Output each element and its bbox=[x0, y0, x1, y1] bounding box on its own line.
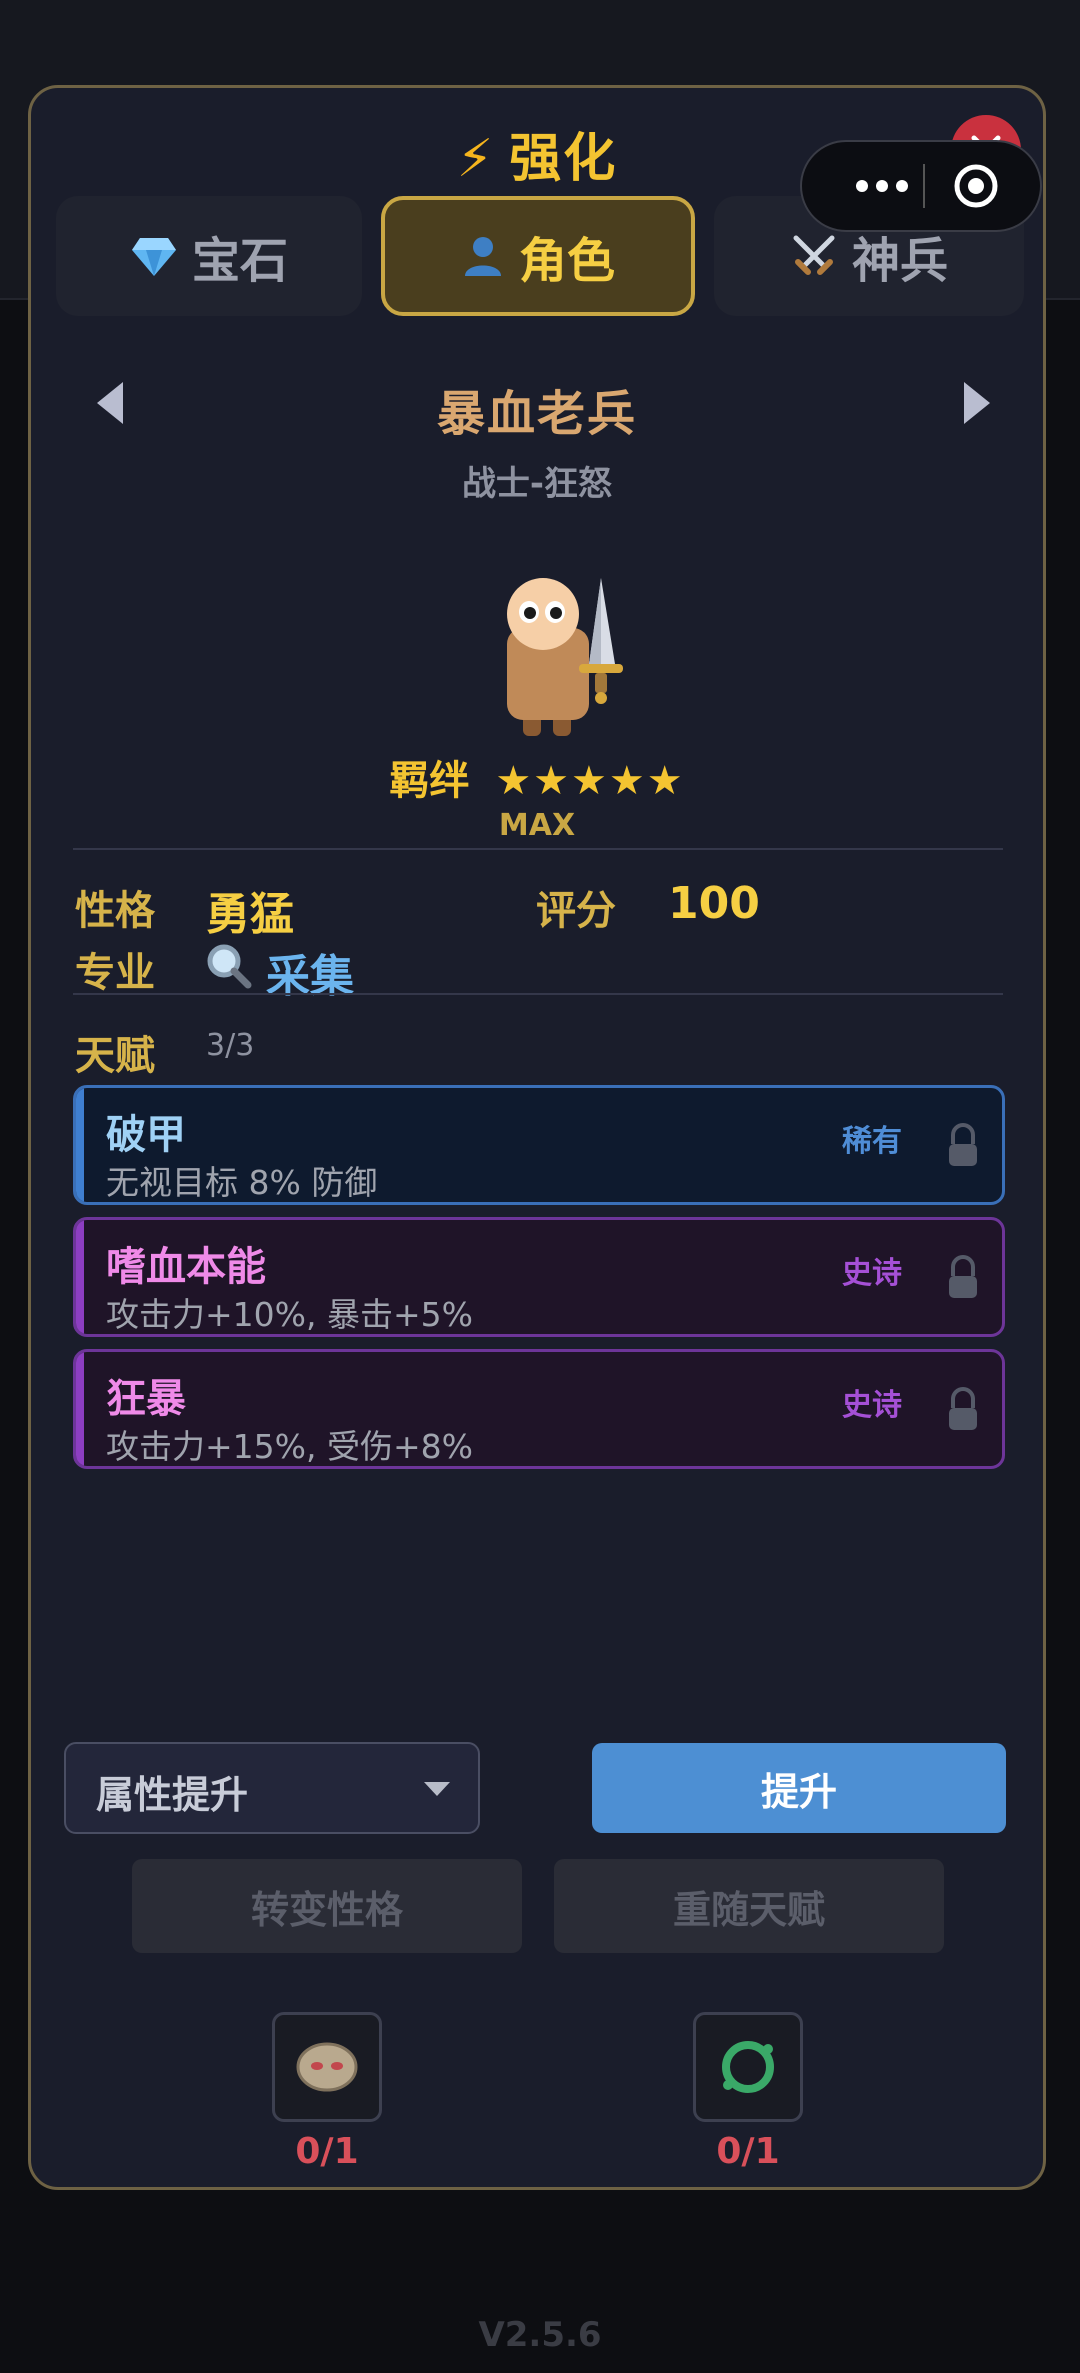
bond-label: 羁绊 bbox=[389, 758, 470, 804]
panel-title-text: 强化 bbox=[509, 129, 618, 189]
lightning-icon: ⚡ bbox=[456, 129, 496, 189]
score-value: 100 bbox=[668, 878, 760, 929]
bond-row: 羁绊 ★★★★★ bbox=[31, 748, 1043, 806]
lock-icon[interactable] bbox=[946, 1386, 980, 1434]
magnifier-icon bbox=[207, 944, 252, 989]
talent-rarity: 史诗 bbox=[842, 1256, 902, 1291]
crossed-swords-icon bbox=[790, 232, 838, 280]
rarity-bar bbox=[76, 1352, 84, 1466]
rarity-bar bbox=[76, 1088, 84, 1202]
character-name: 暴血老兵 bbox=[436, 386, 637, 442]
change-personality-button[interactable]: 转变性格 bbox=[132, 1859, 522, 1953]
rarity-bar bbox=[76, 1220, 84, 1334]
talent-card[interactable]: 嗜血本能 攻击力+10%, 暴击+5% 史诗 bbox=[73, 1217, 1005, 1337]
talent-rarity: 史诗 bbox=[842, 1388, 902, 1423]
talent-description: 无视目标 8% 防御 bbox=[106, 1163, 378, 1202]
upgrade-type-select[interactable]: 属性提升 bbox=[64, 1742, 480, 1834]
material-slot[interactable] bbox=[272, 2012, 382, 2122]
person-icon bbox=[461, 234, 505, 278]
gem-icon bbox=[130, 234, 178, 278]
talent-rarity: 稀有 bbox=[842, 1124, 902, 1159]
max-label: MAX bbox=[498, 808, 576, 843]
reroll-talent-button[interactable]: 重随天赋 bbox=[554, 1859, 944, 1953]
personality-label: 性格 bbox=[75, 888, 155, 934]
upgrade-type-value: 属性提升 bbox=[96, 1773, 249, 1817]
chevron-down-icon bbox=[424, 1782, 450, 1796]
green-ring-icon bbox=[722, 2041, 774, 2093]
material-count: 0/1 bbox=[295, 2131, 359, 2172]
enhance-panel: ⚡ 强化 宝石 角色 神兵 暴血老兵 战士-狂怒 羁绊 ★★★★★ MAX 性格… bbox=[28, 85, 1046, 2190]
talent-description: 攻击力+10%, 暴击+5% bbox=[106, 1295, 473, 1334]
tab-character-label: 角色 bbox=[518, 233, 615, 289]
exit-target-icon[interactable] bbox=[952, 162, 1000, 210]
talent-card[interactable]: 破甲 无视目标 8% 防御 稀有 bbox=[73, 1085, 1005, 1205]
bond-stars: ★★★★★ bbox=[495, 758, 685, 804]
talent-label: 天赋 bbox=[75, 1033, 155, 1079]
talent-name: 狂暴 bbox=[106, 1376, 186, 1422]
score-label: 评分 bbox=[536, 888, 616, 934]
more-menu-button[interactable] bbox=[832, 142, 932, 230]
tab-character[interactable]: 角色 bbox=[381, 196, 695, 316]
red-eyed-stone-icon bbox=[296, 2042, 358, 2092]
lock-icon[interactable] bbox=[946, 1254, 980, 1302]
lock-icon[interactable] bbox=[946, 1122, 980, 1170]
specialty-label: 专业 bbox=[75, 950, 155, 996]
talent-card[interactable]: 狂暴 攻击力+15%, 受伤+8% 史诗 bbox=[73, 1349, 1005, 1469]
section-divider bbox=[73, 993, 1003, 995]
upgrade-button[interactable]: 提升 bbox=[592, 1743, 1006, 1833]
version-label: V2.5.6 bbox=[478, 2315, 602, 2355]
capsule-divider bbox=[923, 164, 925, 208]
more-dot bbox=[856, 180, 868, 192]
character-sprite bbox=[507, 578, 623, 736]
material-count: 0/1 bbox=[716, 2131, 780, 2172]
more-dot bbox=[876, 180, 888, 192]
character-class: 战士-狂怒 bbox=[461, 464, 613, 504]
tab-gem-label: 宝石 bbox=[191, 233, 288, 289]
talent-name: 破甲 bbox=[106, 1112, 186, 1158]
miniprogram-capsule bbox=[800, 140, 1042, 232]
section-divider bbox=[73, 848, 1003, 850]
talent-description: 攻击力+15%, 受伤+8% bbox=[106, 1427, 473, 1466]
more-dot bbox=[896, 180, 908, 192]
personality-value: 勇猛 bbox=[206, 889, 294, 940]
material-slot[interactable] bbox=[693, 2012, 803, 2122]
talent-name: 嗜血本能 bbox=[106, 1244, 266, 1290]
tab-gem[interactable]: 宝石 bbox=[56, 196, 362, 316]
talent-count: 3/3 bbox=[206, 1028, 255, 1063]
